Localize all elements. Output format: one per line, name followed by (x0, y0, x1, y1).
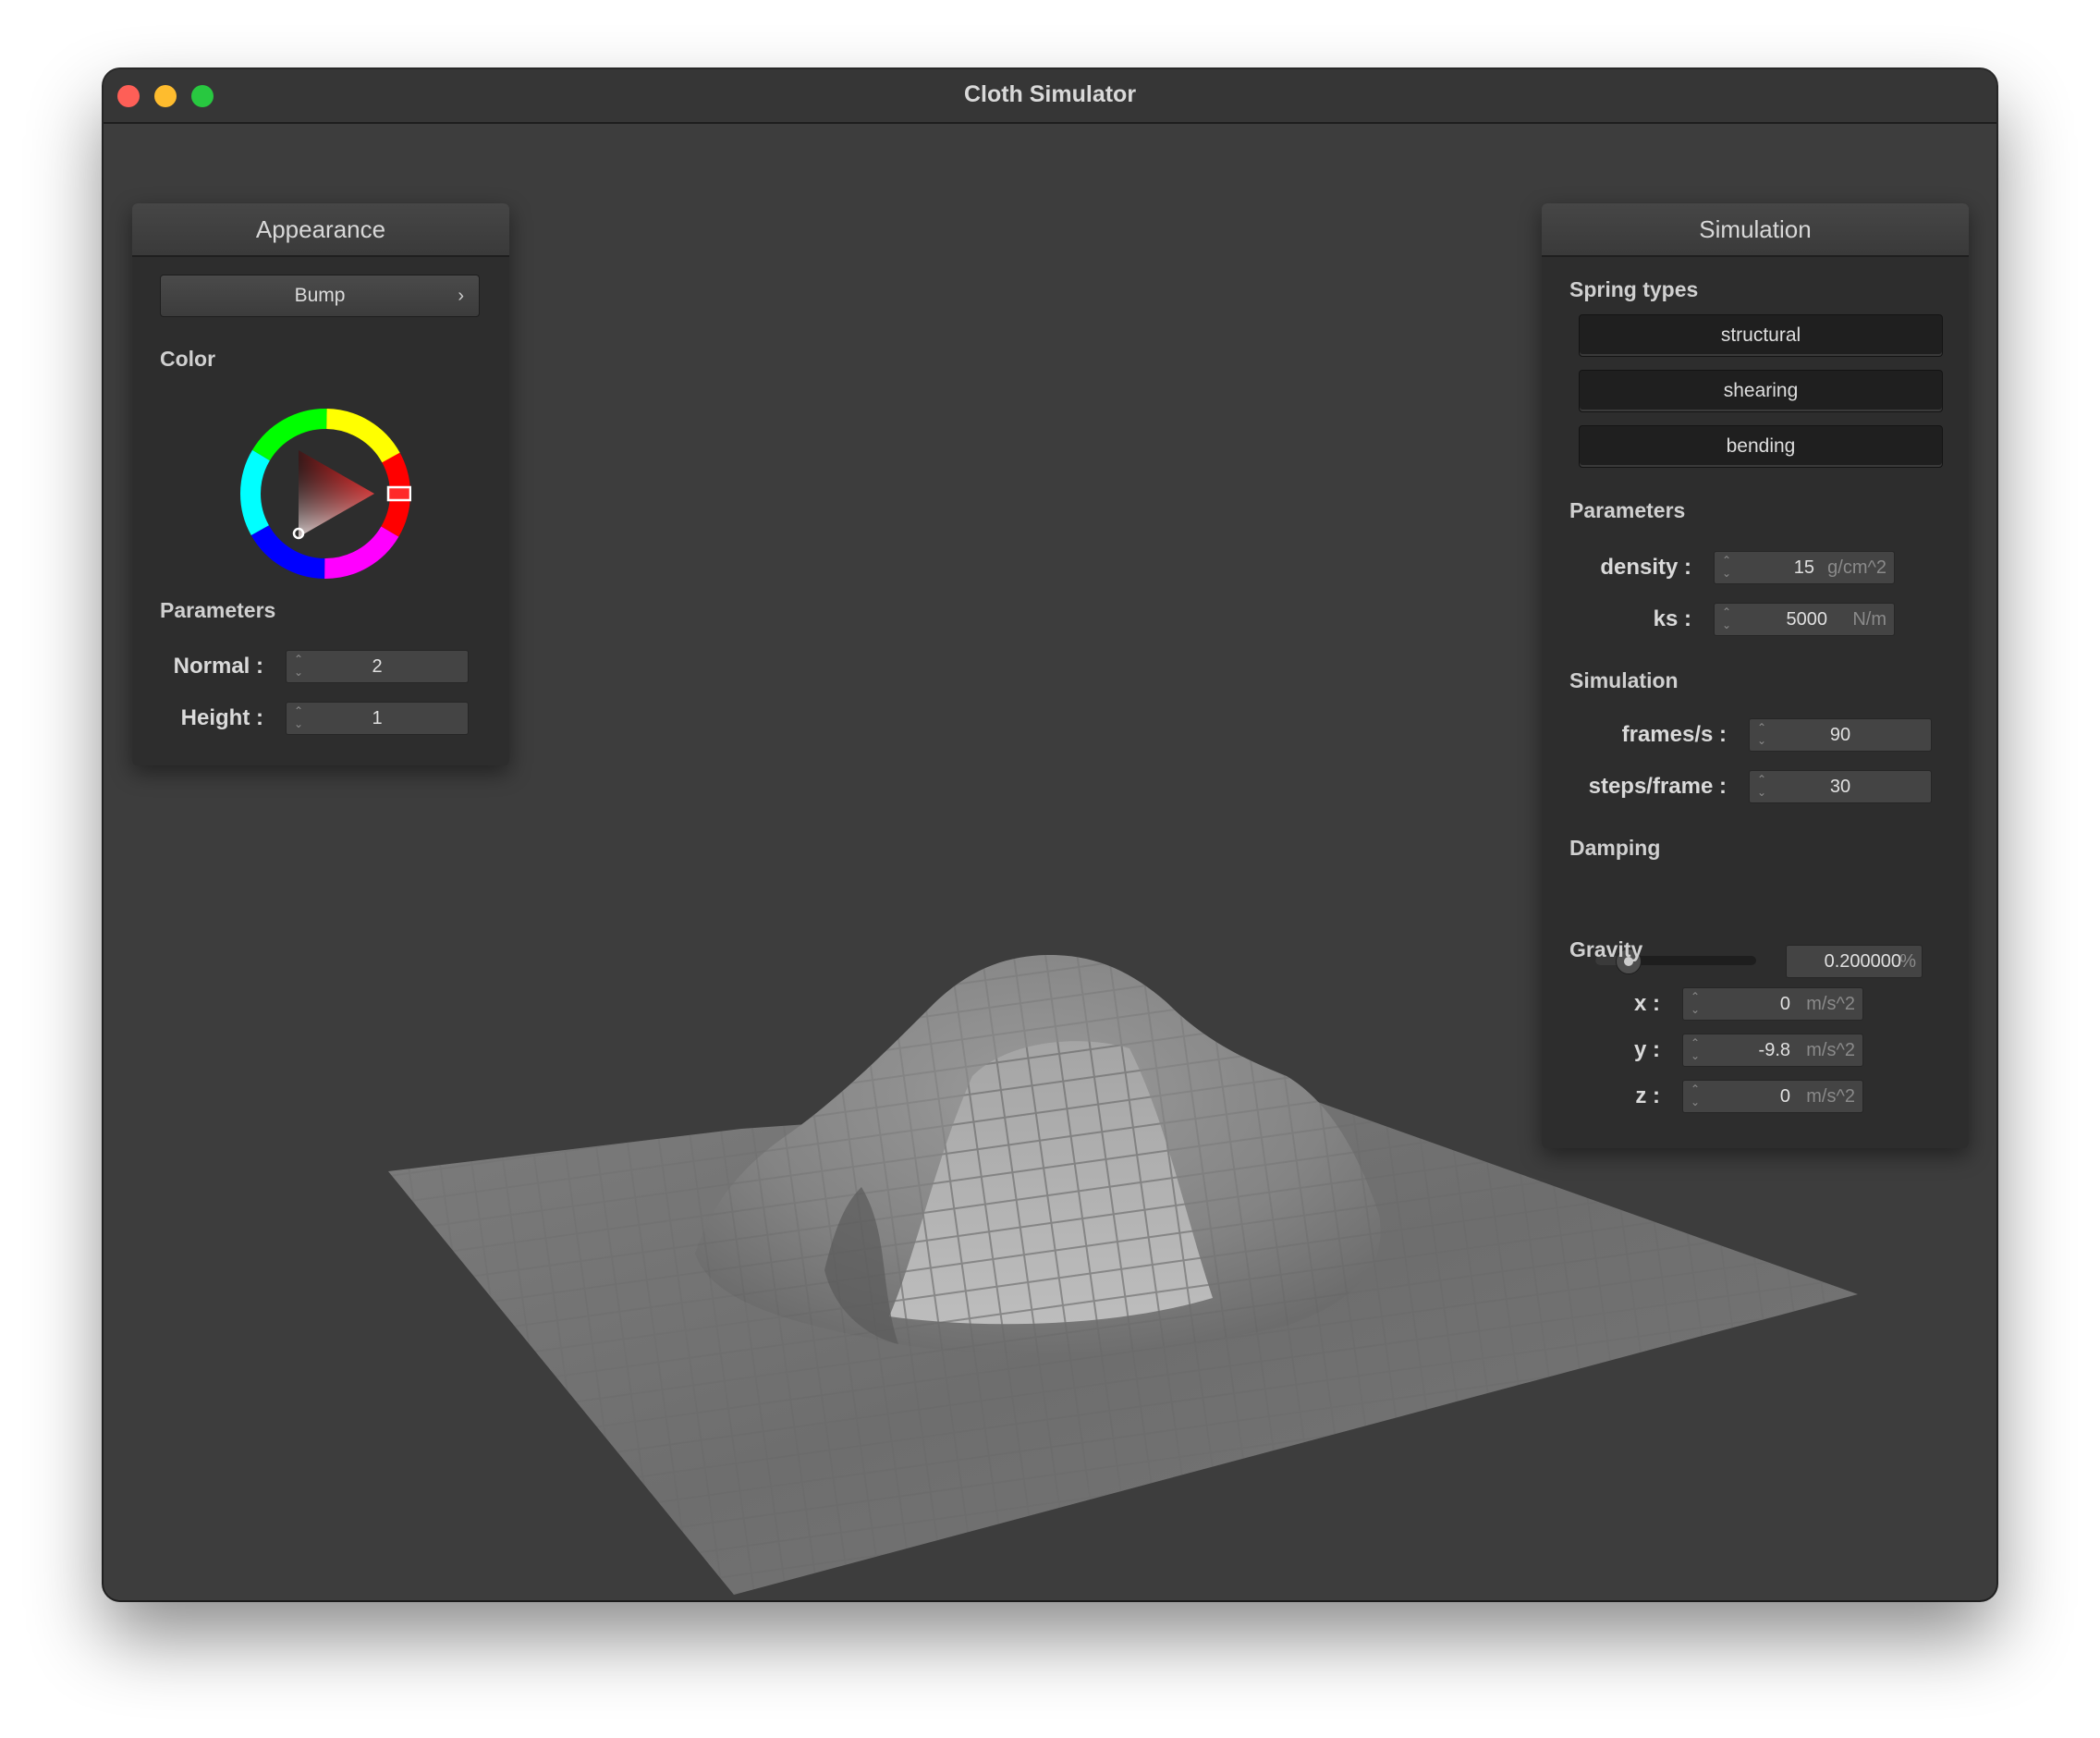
gravity-y-label: y : (1633, 1037, 1660, 1062)
color-wheel[interactable] (239, 408, 411, 580)
stepper-arrows-icon[interactable]: ⌃ ⌄ (1691, 990, 1702, 1018)
height-stepper[interactable]: ⌃ ⌄ 1 (286, 702, 469, 735)
spring-types-label: Spring types (1569, 277, 1699, 301)
triangle-shading (299, 450, 374, 537)
simulation-panel: Simulation Spring types structural shear… (1542, 203, 1969, 1148)
simulation-panel-header[interactable]: Simulation (1542, 203, 1969, 257)
title-bar: Cloth Simulator (104, 69, 1996, 124)
height-value: 1 (372, 708, 383, 728)
fps-label: frames/s : (1621, 722, 1727, 747)
normal-value: 2 (372, 656, 383, 677)
hue-marker[interactable] (386, 485, 411, 502)
steps-value: 30 (1829, 777, 1851, 797)
gravity-x-label: x : (1633, 991, 1660, 1016)
damping-label: Damping (1569, 836, 1661, 860)
stepper-arrows-icon[interactable]: ⌃ ⌄ (1722, 606, 1733, 633)
ks-stepper[interactable]: ⌃ ⌄ 5000 N/m (1714, 603, 1895, 636)
density-unit: g/cm^2 (1827, 557, 1886, 578)
stepper-arrows-icon[interactable]: ⌃ ⌄ (1691, 1036, 1702, 1064)
gravity-label: Gravity (1569, 937, 1643, 961)
shader-select[interactable]: Bump › (160, 275, 480, 317)
gravity-x-unit: m/s^2 (1806, 994, 1855, 1014)
damping-unit: % (1899, 951, 1916, 972)
simulation-parameters-label: Parameters (1569, 498, 1686, 522)
gravity-z-unit: m/s^2 (1806, 1086, 1855, 1107)
normal-stepper[interactable]: ⌃ ⌄ 2 (286, 650, 469, 683)
gravity-x-value: 0 (1779, 994, 1790, 1014)
gravity-z-value: 0 (1779, 1086, 1790, 1107)
bending-spring-toggle[interactable]: bending (1579, 425, 1943, 468)
stepper-arrows-icon[interactable]: ⌃ ⌄ (1691, 1083, 1702, 1110)
3d-viewport[interactable]: Appearance Bump › Color Parameters Norma… (104, 124, 1996, 1600)
density-stepper[interactable]: ⌃ ⌄ 15 g/cm^2 (1714, 551, 1895, 584)
color-label: Color (160, 347, 216, 371)
gravity-z-stepper[interactable]: ⌃ ⌄ 0 m/s^2 (1682, 1080, 1863, 1113)
app-window: Cloth Simulator Appearance Bump › Color … (104, 69, 1996, 1600)
appearance-parameters-label: Parameters (160, 598, 276, 622)
density-label: density : (1600, 555, 1691, 580)
appearance-panel: Appearance Bump › Color Parameters Norma… (132, 203, 509, 765)
gravity-y-stepper[interactable]: ⌃ ⌄ -9.8 m/s^2 (1682, 1034, 1863, 1067)
appearance-panel-header[interactable]: Appearance (132, 203, 509, 257)
window-title: Cloth Simulator (963, 81, 1137, 107)
gravity-x-stepper[interactable]: ⌃ ⌄ 0 m/s^2 (1682, 987, 1863, 1021)
gravity-y-value: -9.8 (1758, 1040, 1790, 1060)
shearing-spring-toggle[interactable]: shearing (1579, 370, 1943, 412)
steps-label: steps/frame : (1588, 774, 1727, 799)
fps-value: 90 (1829, 725, 1851, 745)
damping-value: 0.200000 (1824, 951, 1901, 972)
normal-label: Normal : (173, 654, 263, 679)
steps-stepper[interactable]: ⌃ ⌄ 30 (1749, 770, 1932, 803)
ks-label: ks : (1653, 606, 1691, 631)
density-value: 15 (1793, 557, 1814, 578)
fps-stepper[interactable]: ⌃ ⌄ 90 (1749, 718, 1932, 752)
ks-value: 5000 (1786, 609, 1828, 630)
ks-unit: N/m (1852, 609, 1886, 630)
structural-spring-toggle[interactable]: structural (1579, 314, 1943, 357)
cloth-dome-tiles (695, 954, 1381, 1354)
simulation-section-label: Simulation (1569, 668, 1679, 692)
shader-select-label: Bump (294, 285, 346, 306)
gravity-y-unit: m/s^2 (1806, 1040, 1855, 1060)
stepper-arrows-icon[interactable]: ⌃ ⌄ (1722, 554, 1733, 581)
damping-value-field[interactable]: 0.200000 % (1786, 945, 1923, 978)
gravity-z-label: z : (1635, 1083, 1660, 1108)
chevron-right-icon: › (458, 286, 464, 306)
height-label: Height : (180, 705, 263, 730)
